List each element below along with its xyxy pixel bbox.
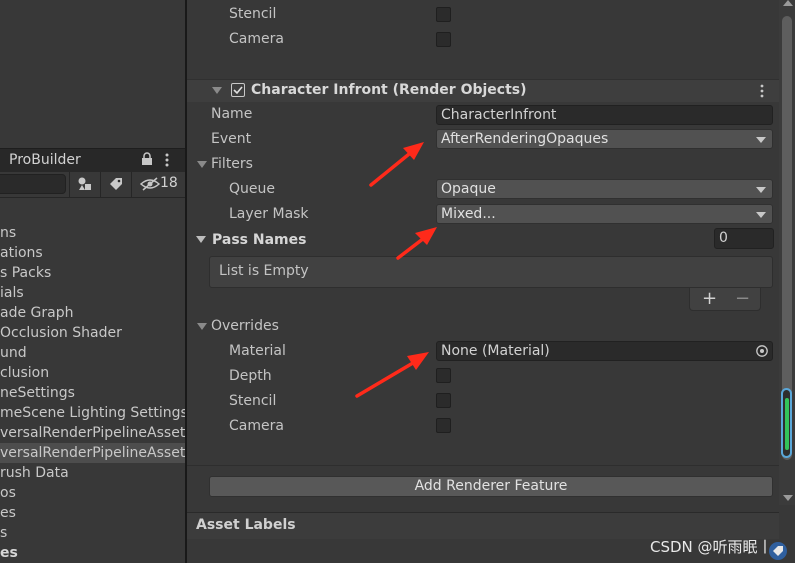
project-list-item[interactable]: rush Data [0, 463, 185, 483]
pass-names-label[interactable]: Pass Names [212, 232, 306, 248]
project-list-item[interactable]: meScene Lighting Settings [0, 403, 185, 423]
queue-value: Opaque [441, 181, 496, 197]
tag-badge-icon [769, 542, 787, 560]
filters-foldout-icon[interactable] [197, 161, 207, 168]
material-label: Material [229, 343, 286, 359]
overrides-foldout-icon[interactable] [197, 323, 207, 330]
feature-menu-icon[interactable] [760, 84, 764, 98]
list-add-button[interactable]: + [702, 288, 717, 310]
project-panel: ProBuilder 18 ns ations s Packs ials ade G [0, 0, 185, 563]
project-list-item[interactable]: ade Graph [0, 303, 185, 323]
project-list-item[interactable]: ns [0, 223, 185, 243]
toolbar-divider [131, 172, 132, 197]
project-list-item[interactable]: und [0, 343, 185, 363]
override-stencil-checkbox[interactable] [436, 393, 451, 408]
depth-checkbox[interactable] [436, 368, 451, 383]
queue-label: Queue [229, 181, 275, 197]
scroll-position-fill [785, 398, 789, 450]
tab-probuilder[interactable]: ProBuilder [9, 152, 81, 168]
project-list-item[interactable]: clusion [0, 363, 185, 383]
override-camera-checkbox[interactable] [436, 418, 451, 433]
project-list-item[interactable]: es [0, 503, 185, 523]
hidden-packages-eye-icon[interactable] [140, 177, 160, 191]
queue-dropdown[interactable]: Opaque [436, 179, 773, 199]
material-object-field[interactable]: None (Material) [436, 341, 773, 361]
camera-label: Camera [229, 31, 284, 47]
override-stencil-label: Stencil [229, 393, 277, 409]
hidden-packages-count: 18 [160, 175, 178, 191]
camera-checkbox[interactable] [436, 32, 451, 47]
feature-title: Character Infront (Render Objects) [251, 82, 527, 98]
override-camera-label: Camera [229, 418, 284, 434]
asset-labels-title: Asset Labels [196, 517, 296, 533]
dropdown-arrow-icon [756, 137, 766, 143]
project-list-item[interactable]: s Packs [0, 263, 185, 283]
foldout-arrow-icon[interactable] [212, 87, 222, 94]
event-dropdown[interactable]: AfterRenderingOpaques [436, 129, 773, 149]
layer-mask-value: Mixed... [441, 206, 496, 222]
inspector-panel: Stencil Camera Character Infront (Render… [187, 0, 779, 563]
checkmark-icon [233, 86, 243, 95]
project-list-item[interactable]: neSettings [0, 383, 185, 403]
list-empty-text: List is Empty [219, 263, 309, 279]
project-list-item[interactable]: s [0, 523, 185, 543]
project-list-item[interactable]: versalRenderPipelineAsset [0, 443, 185, 463]
filter-by-label-icon[interactable] [108, 176, 124, 192]
feature-enabled-checkbox[interactable] [231, 83, 245, 97]
overrides-label[interactable]: Overrides [211, 318, 279, 334]
stencil-label: Stencil [229, 6, 277, 22]
probuilder-tab-bar: ProBuilder [0, 148, 185, 174]
name-field[interactable]: CharacterInfront [436, 105, 773, 125]
filter-by-type-icon[interactable] [77, 176, 93, 192]
scroll-position-indicator[interactable] [781, 388, 792, 458]
layer-mask-label: Layer Mask [229, 206, 309, 222]
pass-names-list: List is Empty [209, 256, 773, 288]
list-footer: + − [689, 288, 761, 311]
more-menu-icon[interactable] [164, 152, 170, 168]
asset-labels-bar[interactable]: Asset Labels [187, 512, 779, 539]
stencil-checkbox[interactable] [436, 7, 451, 22]
event-value: AfterRenderingOpaques [441, 131, 609, 147]
add-renderer-feature-button[interactable]: Add Renderer Feature [209, 476, 773, 497]
pass-names-foldout-icon[interactable] [196, 236, 206, 243]
toolbar-divider [100, 172, 101, 197]
list-remove-button[interactable]: − [735, 288, 750, 310]
search-input[interactable] [0, 174, 66, 194]
project-panel-upper-area [0, 0, 185, 148]
name-label: Name [211, 106, 253, 122]
toolbar-divider [69, 172, 70, 197]
material-value: None (Material) [441, 343, 550, 359]
pass-names-size-field[interactable]: 0 [714, 228, 774, 249]
section-divider [187, 465, 779, 466]
project-list-item[interactable]: os [0, 483, 185, 503]
dropdown-arrow-icon [756, 187, 766, 193]
filters-label[interactable]: Filters [211, 156, 253, 172]
depth-label: Depth [229, 368, 272, 384]
project-toolbar: 18 [0, 172, 185, 198]
project-list-item[interactable]: ations [0, 243, 185, 263]
csdn-watermark: CSDN @听雨眠丨 [650, 538, 773, 556]
project-list-item[interactable]: Occlusion Shader [0, 323, 185, 343]
scroll-down-arrow-icon[interactable] [783, 495, 793, 501]
layer-mask-dropdown[interactable]: Mixed... [436, 204, 773, 224]
project-list-item[interactable]: es [0, 543, 185, 563]
scroll-up-arrow-icon[interactable] [783, 0, 793, 6]
event-label: Event [211, 131, 252, 147]
project-list-item[interactable]: versalRenderPipelineAsset [0, 423, 185, 443]
object-picker-icon[interactable] [755, 344, 769, 358]
project-list-item[interactable]: ials [0, 283, 185, 303]
lock-icon[interactable] [141, 152, 153, 166]
renderer-feature-header[interactable]: Character Infront (Render Objects) [187, 79, 779, 102]
dropdown-arrow-icon [756, 212, 766, 218]
